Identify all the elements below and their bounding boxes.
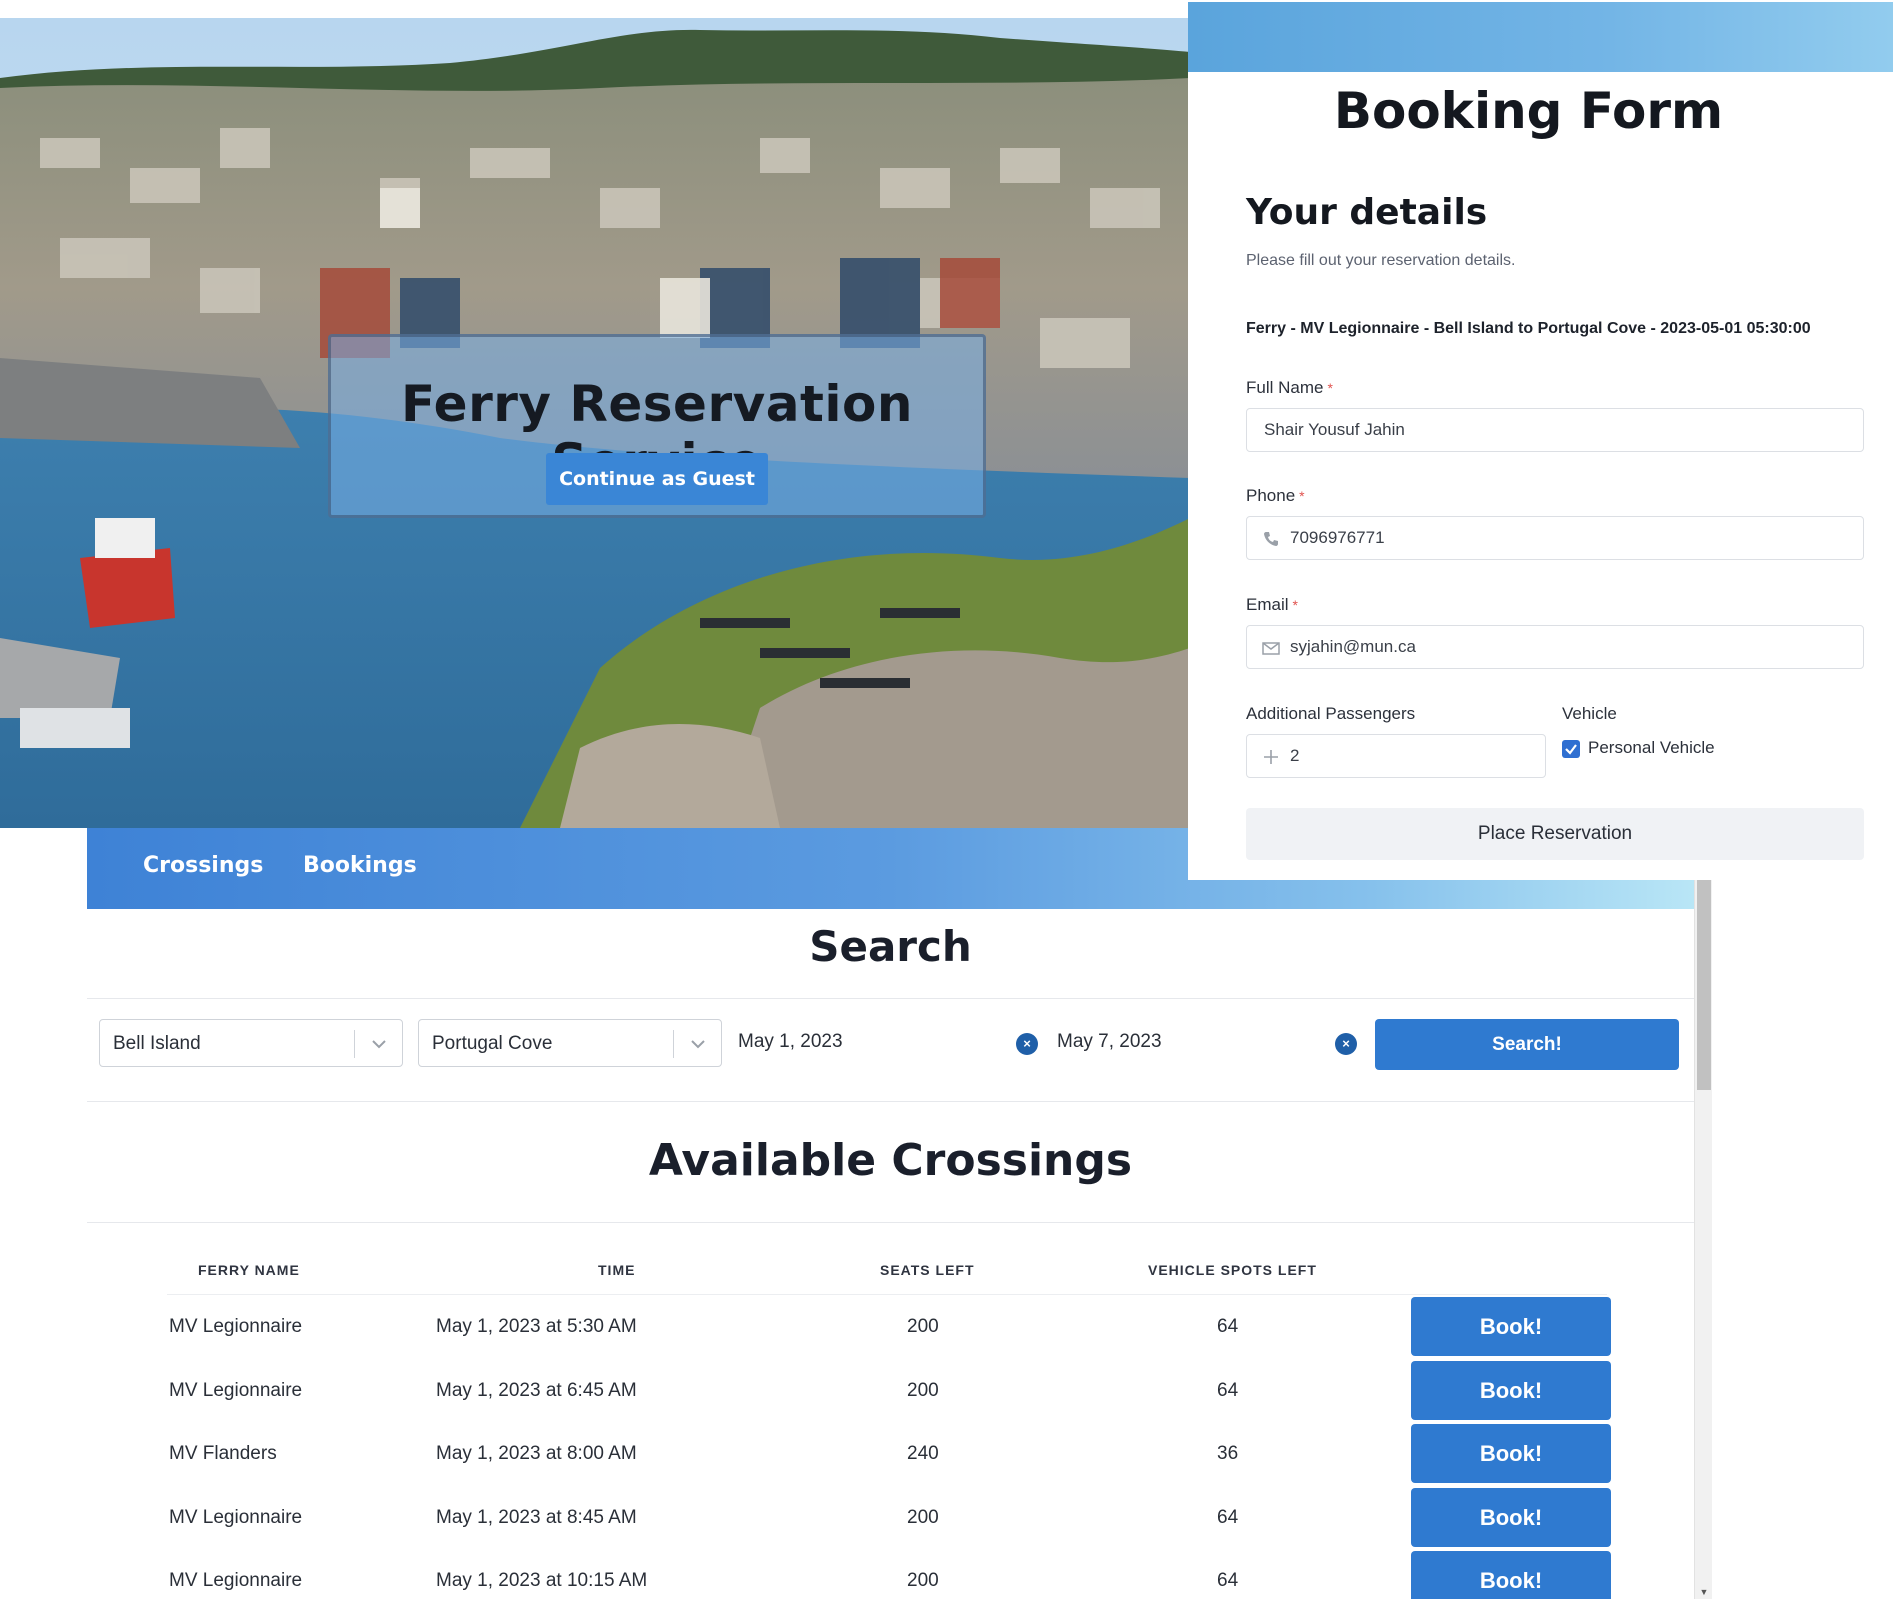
ferry-name-cell: MV Flanders [169, 1443, 277, 1464]
scrollbar[interactable]: ▼ [1694, 880, 1712, 1599]
vehicle-spots-cell: 64 [1217, 1570, 1239, 1591]
vehicle-spots-cell: 64 [1217, 1507, 1239, 1528]
hero-banner: Ferry Reservation Service Continue as Gu… [0, 18, 1190, 828]
additional-passengers-input[interactable]: 2 [1246, 734, 1546, 778]
seats-left-cell: 200 [907, 1507, 939, 1528]
destination-value: Portugal Cove [432, 1033, 553, 1054]
required-mark: * [1327, 380, 1333, 396]
plus-icon[interactable] [1261, 747, 1281, 767]
phone-label-text: Phone [1246, 486, 1296, 505]
column-header-seats-left: Seats Left [880, 1262, 975, 1278]
ferry-name-cell: MV Legionnaire [169, 1507, 303, 1528]
phone-label: Phone * [1246, 486, 1305, 506]
origin-select[interactable]: Bell Island [99, 1019, 403, 1067]
phone-icon [1264, 532, 1278, 546]
email-label-text: Email [1246, 595, 1289, 614]
ferry-name-cell: MV Legionnaire [169, 1316, 303, 1337]
crossings-page: Crossings Bookings ▼ Search Bell Island … [87, 828, 1714, 1599]
full-name-label-text: Full Name [1246, 378, 1324, 397]
time-cell: May 1, 2023 at 5:30 AM [436, 1316, 637, 1337]
start-date-value: May 1, 2023 [738, 1031, 843, 1052]
page: Ferry Reservation Service Continue as Gu… [0, 0, 1893, 1599]
end-date-input[interactable]: May 7, 2023 × [1057, 1019, 1367, 1067]
start-date-input[interactable]: May 1, 2023 × [738, 1019, 1048, 1067]
time-cell: May 1, 2023 at 8:45 AM [436, 1507, 637, 1528]
time-cell: May 1, 2023 at 6:45 AM [436, 1380, 637, 1401]
check-icon [1565, 744, 1577, 755]
column-header-ferry-name: Ferry Name [198, 1262, 300, 1278]
vehicle-label: Vehicle [1562, 704, 1617, 723]
personal-vehicle-label: Personal Vehicle [1588, 738, 1715, 757]
email-input[interactable]: syjahin@mun.ca [1246, 625, 1864, 669]
vehicle-spots-cell: 64 [1217, 1380, 1239, 1401]
chevron-down-icon[interactable] [687, 1033, 709, 1055]
email-label: Email * [1246, 595, 1298, 615]
selected-trip: Ferry - MV Legionnaire - Bell Island to … [1246, 320, 1811, 337]
full-name-label: Full Name * [1246, 378, 1333, 398]
select-separator [673, 1030, 674, 1058]
required-mark: * [1292, 597, 1298, 613]
divider [87, 1101, 1694, 1102]
vehicle-spots-cell: 64 [1217, 1316, 1239, 1337]
your-details-subtitle: Please fill out your reservation details… [1246, 252, 1516, 269]
select-separator [354, 1030, 355, 1058]
book-button[interactable]: Book! [1411, 1424, 1611, 1483]
additional-passengers-value: 2 [1290, 746, 1300, 765]
full-name-input[interactable]: Shair Yousuf Jahin [1246, 408, 1864, 452]
divider [87, 1222, 1694, 1223]
scrollbar-thumb[interactable] [1697, 880, 1711, 1090]
your-details-title: Your details [1246, 192, 1488, 233]
hero-card: Ferry Reservation Service Continue as Gu… [328, 334, 986, 518]
time-cell: May 1, 2023 at 8:00 AM [436, 1443, 637, 1464]
seats-left-cell: 200 [907, 1570, 939, 1591]
continue-as-guest-button[interactable]: Continue as Guest [546, 453, 768, 505]
search-title: Search [809, 922, 972, 971]
seats-left-cell: 200 [907, 1316, 939, 1337]
vehicle-spots-cell: 36 [1217, 1443, 1239, 1464]
ferry-name-cell: MV Legionnaire [169, 1570, 303, 1591]
mail-icon [1262, 642, 1280, 655]
place-reservation-button[interactable]: Place Reservation [1246, 808, 1864, 860]
clear-end-date-icon[interactable]: × [1335, 1033, 1357, 1055]
destination-select[interactable]: Portugal Cove [418, 1019, 722, 1067]
phone-input[interactable]: 7096976771 [1246, 516, 1864, 560]
additional-passengers-label: Additional Passengers [1246, 704, 1416, 723]
nav-bookings[interactable]: Bookings [303, 853, 417, 878]
booking-form-header [1188, 2, 1893, 72]
booking-form-title: Booking Form [1333, 82, 1724, 140]
origin-value: Bell Island [113, 1033, 201, 1054]
book-button[interactable]: Book! [1411, 1297, 1611, 1356]
nav-crossings[interactable]: Crossings [143, 853, 263, 878]
time-cell: May 1, 2023 at 10:15 AM [436, 1570, 648, 1591]
scroll-down-icon[interactable]: ▼ [1699, 1587, 1709, 1597]
ferry-name-cell: MV Legionnaire [169, 1380, 303, 1401]
search-button[interactable]: Search! [1375, 1019, 1679, 1070]
chevron-down-icon[interactable] [368, 1033, 390, 1055]
table-header-divider [167, 1294, 1607, 1295]
clear-start-date-icon[interactable]: × [1016, 1033, 1038, 1055]
column-header-vehicle-spots-left: Vehicle Spots Left [1148, 1262, 1317, 1278]
required-mark: * [1299, 488, 1305, 504]
book-button[interactable]: Book! [1411, 1488, 1611, 1547]
full-name-value: Shair Yousuf Jahin [1264, 420, 1405, 439]
end-date-value: May 7, 2023 [1057, 1031, 1162, 1052]
available-crossings-title: Available Crossings [648, 1135, 1133, 1186]
book-button[interactable]: Book! [1411, 1361, 1611, 1420]
phone-value: 7096976771 [1290, 528, 1385, 547]
booking-form-panel: Booking Form Your details Please fill ou… [1188, 2, 1893, 880]
personal-vehicle-checkbox[interactable] [1562, 740, 1580, 758]
column-header-time: Time [598, 1262, 636, 1278]
book-button[interactable]: Book! [1411, 1551, 1611, 1599]
seats-left-cell: 240 [907, 1443, 939, 1464]
email-value: syjahin@mun.ca [1290, 637, 1416, 656]
seats-left-cell: 200 [907, 1380, 939, 1401]
divider [87, 998, 1694, 999]
